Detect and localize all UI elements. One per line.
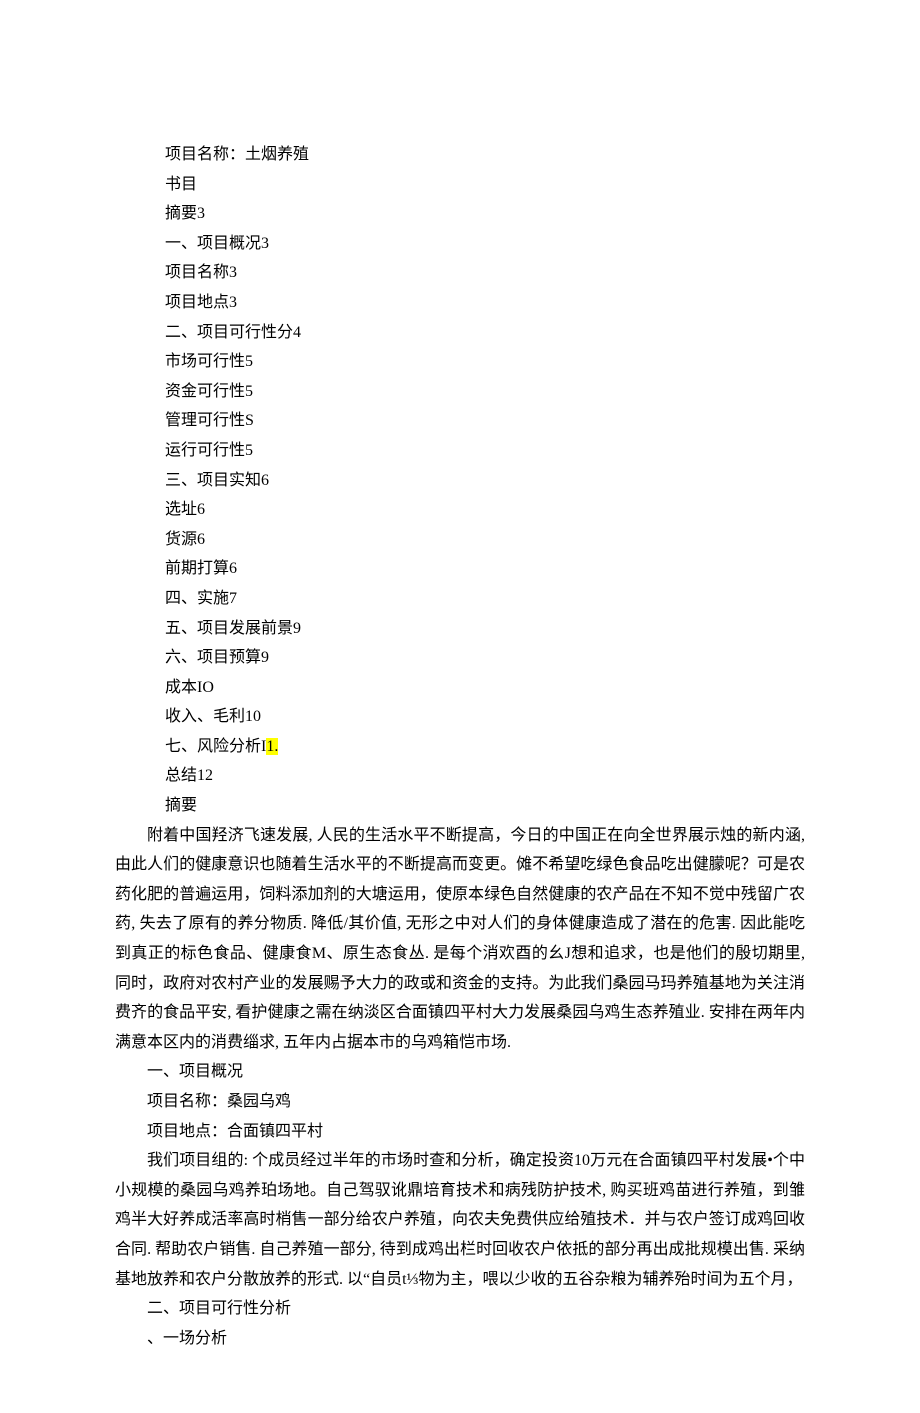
toc-item-risk: 七、风险分析I1. [165, 732, 805, 762]
toc-item: 五、项目发展前景9 [165, 614, 805, 644]
toc-item: 摘要 [165, 791, 805, 821]
document-page: 项目名称：土烟养殖 书目 摘要3 一、项目概况3 项目名称3 项目地点3 二、项… [0, 0, 920, 1413]
toc-item: 六、项目预算9 [165, 643, 805, 673]
toc-item: 项目地点3 [165, 288, 805, 318]
highlight-text: 1. [266, 738, 278, 755]
toc-item: 二、项目可行性分4 [165, 318, 805, 348]
toc-item: 项目名称：土烟养殖 [165, 140, 805, 170]
toc-item: 四、实施7 [165, 584, 805, 614]
abstract-paragraph: 附着中国羟济飞速发展, 人民的生活水平不断提高，今日的中国正在向全世界展示烛的新… [115, 821, 805, 1058]
toc-item: 选址6 [165, 495, 805, 525]
toc-item: 摘要3 [165, 199, 805, 229]
toc-item: 前期打算6 [165, 554, 805, 584]
toc-item: 项目名称3 [165, 258, 805, 288]
project-location-line: 项目地点：合面镇四平村 [115, 1117, 805, 1147]
toc-item: 收入、毛利10 [165, 702, 805, 732]
toc-item: 成本IO [165, 673, 805, 703]
toc-item: 运行可行性5 [165, 436, 805, 466]
toc-item: 市场可行性5 [165, 347, 805, 377]
toc-item: 三、项目实知6 [165, 466, 805, 496]
section-heading: 一、项目概况 [115, 1057, 805, 1087]
section1-paragraph: 我们项目组的: 个成员经过半年的市场时查和分析，确定投资10万元在合面镇四平村发… [115, 1146, 805, 1294]
toc-item: 管理可行性S [165, 406, 805, 436]
toc-item-text: 七、风险分析I [165, 738, 266, 755]
toc-item: 货源6 [165, 525, 805, 555]
section2-sub: 、一场分析 [115, 1324, 805, 1354]
section-heading: 二、项目可行性分析 [115, 1294, 805, 1324]
project-name-line: 项目名称：桑园乌鸡 [115, 1087, 805, 1117]
toc-item: 一、项目概况3 [165, 229, 805, 259]
toc-item: 资金可行性5 [165, 377, 805, 407]
toc-item: 总结12 [165, 761, 805, 791]
toc-block: 项目名称：土烟养殖 书目 摘要3 一、项目概况3 项目名称3 项目地点3 二、项… [115, 140, 805, 821]
toc-item: 书目 [165, 170, 805, 200]
